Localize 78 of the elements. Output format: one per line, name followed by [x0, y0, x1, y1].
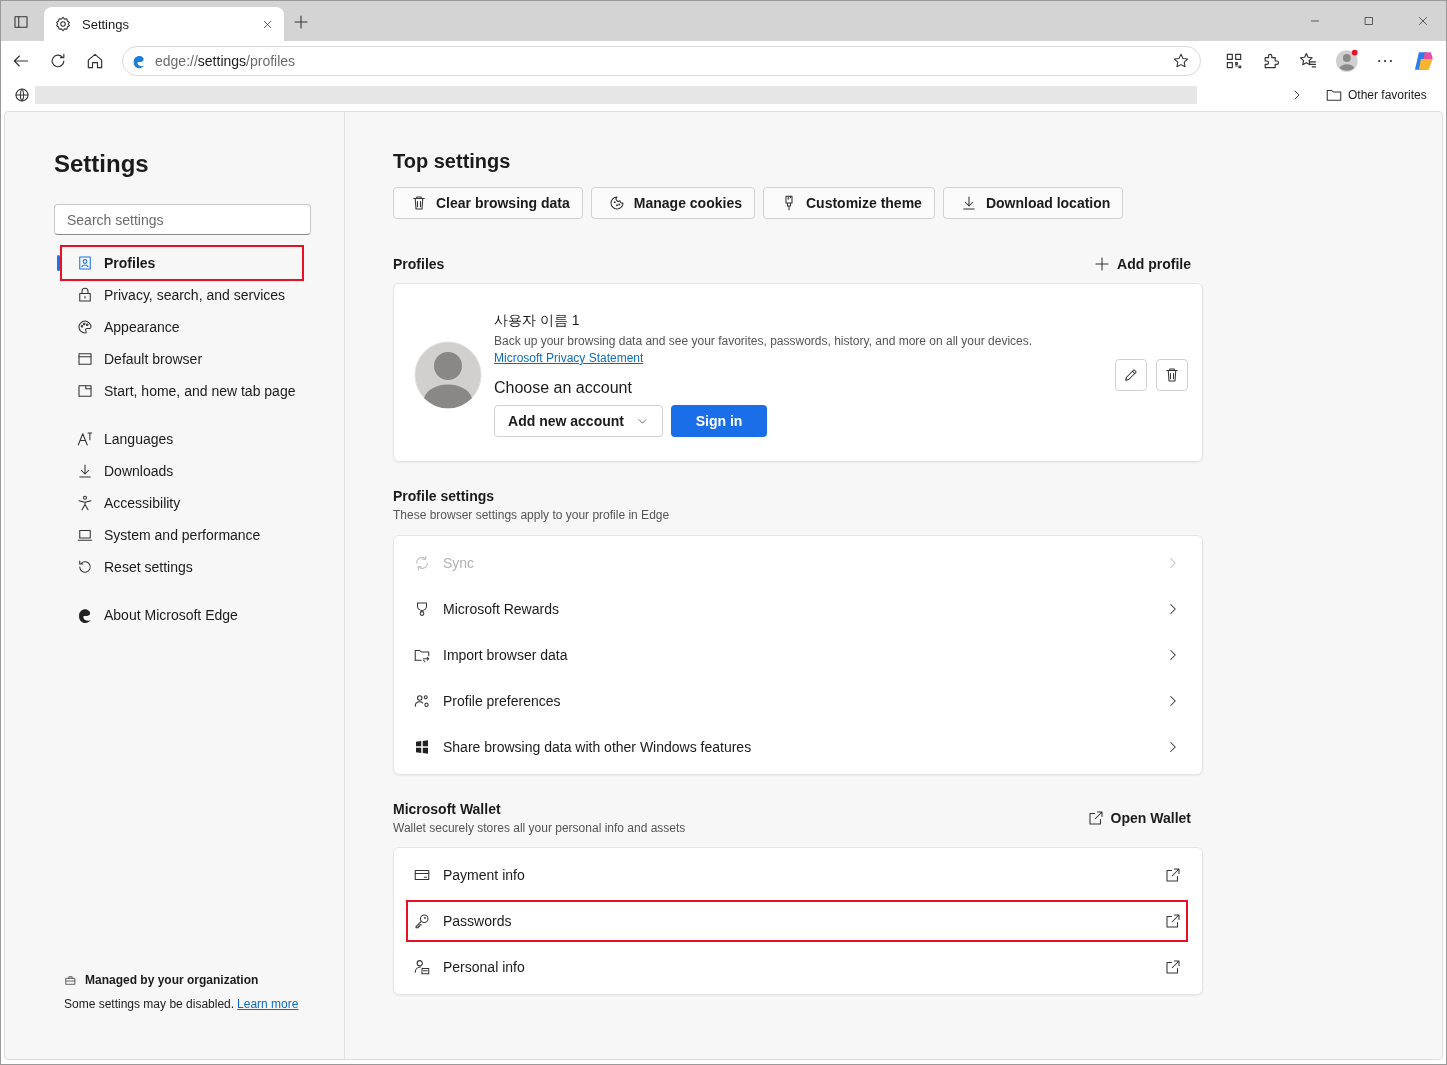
favorite-star-icon[interactable] [1171, 52, 1190, 70]
briefcase-icon [64, 973, 77, 987]
quick-action-button[interactable]: Clear browsing data [393, 187, 583, 219]
sidebar-item[interactable]: Start, home, and new tab page [62, 375, 302, 407]
globe-icon[interactable] [13, 85, 31, 104]
close-window-icon[interactable] [1416, 14, 1430, 28]
section-subtitle: Wallet securely stores all your personal info and assets [393, 821, 686, 835]
privacy-link[interactable]: Microsoft Privacy Statement [494, 351, 644, 365]
trash-icon [1163, 365, 1181, 384]
account-dropdown[interactable]: Add new account [494, 405, 663, 437]
sidebar-item[interactable]: Languages [62, 423, 302, 455]
settings-title: Settings [54, 150, 150, 178]
wallet-row[interactable]: Personal info [394, 944, 1202, 990]
settings-row[interactable]: Microsoft Rewards [394, 586, 1202, 632]
settings-icon [54, 15, 72, 33]
key-icon [413, 912, 431, 930]
maximize-icon[interactable] [1362, 14, 1376, 28]
section-title: Profile settings [393, 488, 496, 504]
person-card-icon [413, 958, 431, 976]
external-link-icon [1086, 809, 1105, 827]
lock-icon [76, 286, 94, 304]
wallet-row[interactable]: Payment info [394, 852, 1202, 898]
profile-description: Back up your browsing data and see your favorites, passwords, history, and more on all your devices. [494, 334, 1033, 348]
url-text: edge://settings/profiles [155, 53, 296, 69]
managed-note: Some settings may be disabled. [64, 997, 235, 1011]
tab-title: Settings [82, 16, 130, 32]
wallet-row[interactable]: Passwords [404, 898, 1190, 944]
external-link-icon [1164, 866, 1182, 884]
cookie-icon [607, 194, 626, 212]
sidebar-toggle-icon[interactable] [12, 13, 30, 31]
page-title: Top settings [393, 150, 512, 173]
profile-avatar-icon[interactable] [1334, 49, 1359, 73]
sidebar-item[interactable]: Downloads [62, 455, 302, 487]
browser-window-icon [76, 350, 94, 368]
sidebar-item[interactable]: Default browser [62, 343, 302, 375]
trash-icon [410, 194, 428, 212]
sidebar-item[interactable]: Reset settings [62, 551, 302, 583]
reset-icon [76, 558, 94, 576]
quick-action-button[interactable]: Download location [942, 187, 1124, 219]
choose-account-label: Choose an account [494, 379, 632, 397]
sidebar-item[interactable]: Appearance [62, 311, 302, 343]
home-icon[interactable] [85, 51, 105, 71]
new-tab-icon[interactable] [292, 13, 310, 31]
learn-more-link[interactable]: Learn more [237, 997, 299, 1011]
other-favorites-button[interactable]: Other favorites [1325, 85, 1427, 104]
quick-action-button[interactable]: Manage cookies [590, 187, 755, 219]
download-icon [76, 462, 94, 480]
external-link-icon [1164, 958, 1182, 976]
accessibility-icon [76, 494, 94, 512]
add-profile-button[interactable]: Add profile [1093, 255, 1203, 273]
external-link-icon [1164, 912, 1182, 930]
profile-icon [76, 254, 94, 272]
windows-logo-icon [413, 738, 431, 756]
managed-title: Managed by your organization [85, 973, 259, 987]
section-subtitle: These browser settings apply to your profile in Edge [393, 508, 671, 522]
sidebar-item[interactable]: Accessibility [62, 487, 302, 519]
section-title: Microsoft Wallet [393, 801, 502, 817]
palette-icon [76, 318, 94, 336]
sidebar-item[interactable]: System and performance [62, 519, 302, 551]
settings-row[interactable]: Import browser data [394, 632, 1202, 678]
search-field[interactable]: Search settings [54, 204, 311, 235]
sign-in-button[interactable]: Sign in [671, 405, 767, 437]
sidebar-item[interactable]: Privacy, search, and services [62, 279, 302, 311]
open-wallet-button[interactable]: Open Wallet [1086, 809, 1203, 827]
languages-icon [76, 430, 94, 448]
sync-icon [413, 554, 431, 572]
edit-profile-button[interactable] [1115, 358, 1147, 391]
copilot-logo-icon[interactable] [1412, 49, 1436, 73]
quick-action-button[interactable]: Customize theme [762, 187, 935, 219]
avatar-silhouette-icon [414, 340, 482, 409]
browser-tab[interactable]: Settings [44, 7, 284, 41]
settings-row[interactable]: Profile preferences [394, 678, 1202, 724]
sidebar-item[interactable]: About Microsoft Edge [62, 599, 302, 631]
settings-row[interactable]: Share browsing data with other Windows features [394, 724, 1202, 770]
tab-page-icon [76, 382, 94, 400]
section-title: Profiles [393, 256, 445, 272]
profile-name: 사용자 이름 1 [494, 312, 580, 330]
delete-profile-button[interactable] [1156, 358, 1188, 391]
